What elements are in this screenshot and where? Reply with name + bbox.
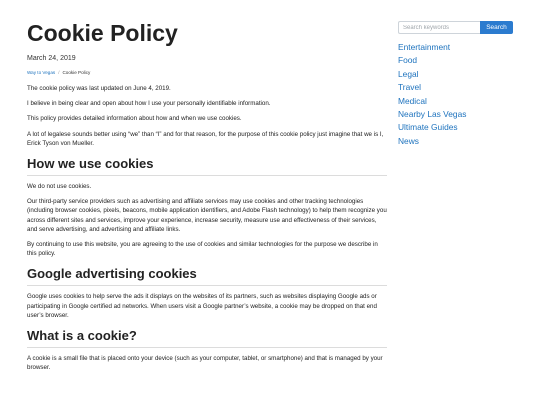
intro-paragraph: The cookie policy was last updated on Ju… — [27, 85, 171, 92]
breadcrumb: Way to Vegas / Cookie Policy — [27, 70, 387, 75]
section-paragraph: Our third-party service providers such a… — [27, 198, 387, 233]
category-link-news[interactable]: News — [398, 135, 514, 148]
section-heading-how-we-use-cookies: How we use cookies — [27, 156, 387, 177]
section-heading-what-is-a-cookie: What is a cookie? — [27, 328, 387, 349]
category-link-travel[interactable]: Travel — [398, 81, 514, 94]
section-paragraph: Google uses cookies to help serve the ad… — [27, 293, 377, 319]
category-link-ultimate-guides[interactable]: Ultimate Guides — [398, 121, 514, 134]
intro-paragraph: This policy provides detailed informatio… — [27, 115, 242, 123]
category-link-nearby-las-vegas[interactable]: Nearby Las Vegas — [398, 108, 514, 121]
sidebar: Search Entertainment Food Legal Travel M… — [398, 21, 514, 148]
search-form: Search — [398, 21, 514, 34]
section-heading-google-advertising-cookies: Google advertising cookies — [27, 266, 387, 287]
section-paragraph: We do not use cookies. — [27, 183, 92, 191]
intro-paragraph: I believe in being clear and open about … — [27, 100, 271, 108]
category-link-food[interactable]: Food — [398, 54, 514, 67]
category-link-legal[interactable]: Legal — [398, 68, 514, 81]
main-content: Cookie Policy March 24, 2019 Way to Vega… — [27, 0, 387, 372]
breadcrumb-home-link[interactable]: Way to Vegas — [27, 70, 55, 75]
intro-paragraph: A lot of legalese sounds better using “w… — [27, 130, 384, 147]
category-link-entertainment[interactable]: Entertainment — [398, 41, 514, 54]
category-link-medical[interactable]: Medical — [398, 95, 514, 108]
section-paragraph: A cookie is a small file that is placed … — [27, 355, 383, 372]
search-button[interactable]: Search — [480, 21, 513, 34]
category-list: Entertainment Food Legal Travel Medical … — [398, 41, 514, 148]
page-title: Cookie Policy — [27, 20, 178, 46]
search-input[interactable] — [398, 21, 480, 34]
breadcrumb-current: Cookie Policy — [62, 70, 91, 75]
section-paragraph: By continuing to use this website, you a… — [27, 241, 378, 258]
breadcrumb-separator: / — [58, 70, 60, 75]
post-date: March 24, 2019 — [27, 55, 76, 62]
